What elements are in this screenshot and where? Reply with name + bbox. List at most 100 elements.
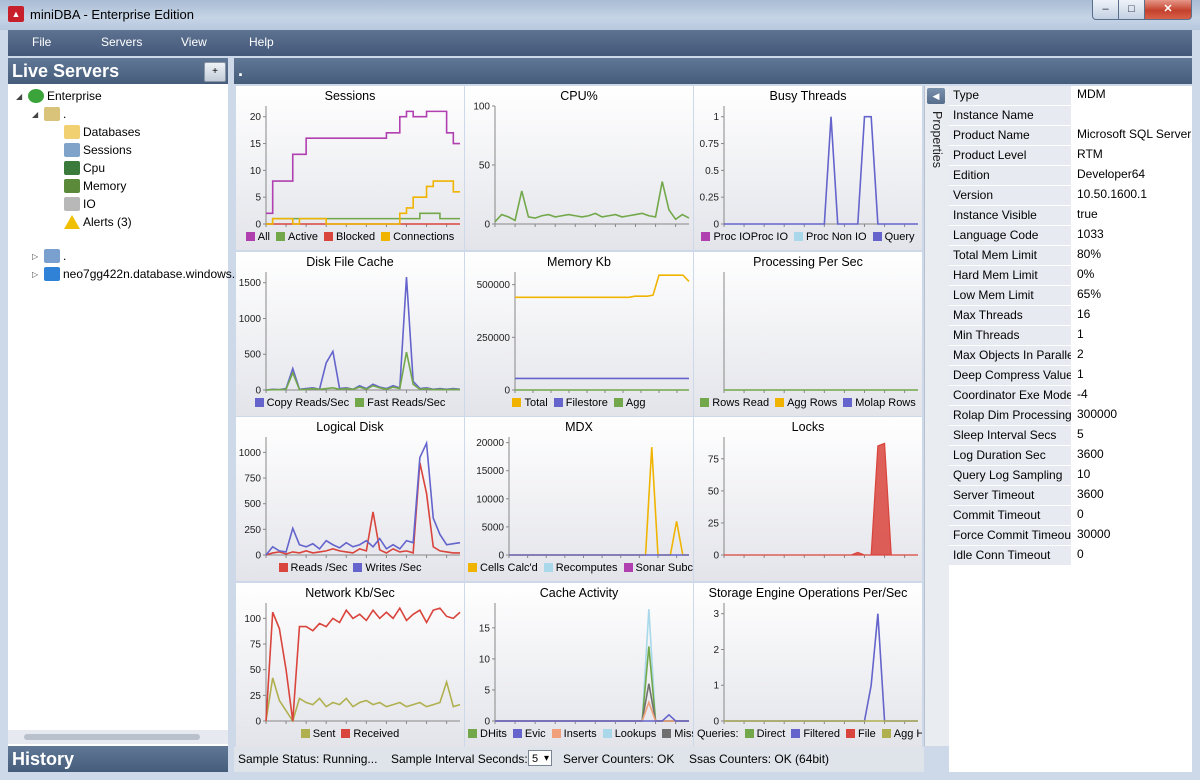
- series-line: [495, 700, 689, 722]
- add-server-button[interactable]: +: [204, 62, 226, 82]
- legend-swatch: [791, 729, 801, 738]
- property-row[interactable]: Instance Visible true: [949, 206, 1192, 226]
- property-row[interactable]: Edition Developer64: [949, 166, 1192, 186]
- legend-swatch: [872, 232, 882, 241]
- property-row[interactable]: Min Threads 1: [949, 326, 1192, 346]
- tree-expander-icon[interactable]: ◢: [32, 110, 44, 119]
- legend-item: Agg Hits: [881, 728, 922, 740]
- legend-label: Connections: [393, 231, 455, 243]
- property-row[interactable]: Coordinator Exe Mode -4: [949, 386, 1192, 406]
- property-row[interactable]: Language Code 1033: [949, 226, 1192, 246]
- menu-servers[interactable]: Servers: [101, 35, 142, 49]
- property-key: Sleep Interval Secs: [949, 426, 1071, 445]
- tree-item[interactable]: IO: [52, 195, 96, 213]
- chart-panel: Busy Threads 0 0.25 0.5 0.75 1 Proc IOProc IO P…: [694, 86, 922, 250]
- property-row[interactable]: Deep Compress Value 1: [949, 366, 1192, 386]
- chart-legend: Copy Reads/Sec Fast Reads/Sec: [236, 397, 464, 409]
- history-header[interactable]: History: [8, 746, 228, 772]
- tree-item[interactable]: Alerts (3): [52, 213, 132, 231]
- legend-swatch: [846, 729, 855, 738]
- property-value: Developer64: [1077, 167, 1146, 181]
- chart-plot: 0 500 1000 1500: [239, 272, 461, 397]
- legend-swatch: [613, 398, 623, 407]
- chart-plot: 0 5 10 15 20: [250, 106, 460, 231]
- menu-file[interactable]: File: [32, 35, 51, 49]
- y-tick-label: 10000: [476, 494, 504, 505]
- title-bar[interactable]: ▲ miniDBA - Enterprise Edition – □ ✕: [0, 0, 1200, 30]
- property-row[interactable]: Type MDM: [949, 86, 1192, 106]
- legend-item: Proc Non IO: [794, 231, 867, 243]
- legend-swatch: [323, 232, 333, 241]
- property-value: 1: [1077, 327, 1084, 341]
- ssas-counters-status: Ssas Counters: OK (64bit): [689, 752, 830, 766]
- chart-legend: All Active Blocked Connections: [236, 231, 464, 243]
- legend-swatch: [275, 232, 285, 241]
- chart-plot: 0 250000 500000: [477, 272, 690, 397]
- property-row[interactable]: Version 10.50.1600.1: [949, 186, 1192, 206]
- property-row[interactable]: Server Timeout 3600: [949, 486, 1192, 506]
- property-row[interactable]: Product Level RTM: [949, 146, 1192, 166]
- y-tick-label: 50: [479, 161, 491, 172]
- property-row[interactable]: Force Commit Timeout 30000: [949, 526, 1192, 546]
- y-tick-label: 5: [255, 193, 261, 204]
- property-row[interactable]: Sleep Interval Secs 5: [949, 426, 1192, 446]
- series-line: [724, 115, 918, 225]
- property-row[interactable]: Instance Name: [949, 106, 1192, 126]
- databases-folder-icon: [64, 125, 80, 139]
- tree-item-label: .: [63, 249, 67, 263]
- property-row[interactable]: Commit Timeout 0: [949, 506, 1192, 526]
- property-value: RTM: [1077, 147, 1103, 161]
- maximize-button[interactable]: □: [1118, 0, 1145, 20]
- tree-item[interactable]: ◢.: [32, 105, 66, 123]
- tree-item[interactable]: Databases: [52, 123, 140, 141]
- property-row[interactable]: Hard Mem Limit 0%: [949, 266, 1192, 286]
- property-row[interactable]: Product Name Microsoft SQL Server Analysi…: [949, 126, 1192, 146]
- legend-swatch: [700, 398, 710, 407]
- tree-expander-icon[interactable]: ◢: [16, 92, 28, 101]
- tree-item[interactable]: ▷.: [32, 247, 66, 265]
- interval-select[interactable]: 5 ▾: [528, 750, 552, 766]
- property-row[interactable]: Max Objects In Parallel 2: [949, 346, 1192, 366]
- properties-tab[interactable]: ◀ Properties: [924, 86, 949, 746]
- minimize-button[interactable]: –: [1092, 0, 1119, 20]
- legend-label: Molap Rows: [855, 397, 916, 409]
- legend-label: Proc Non IO: [806, 231, 867, 243]
- y-tick-label: 0: [484, 220, 490, 231]
- legend-swatch: [744, 729, 754, 738]
- legend-item: Copy Reads/Sec: [254, 397, 349, 409]
- y-tick-label: 5: [484, 685, 490, 696]
- legend-swatch: [468, 563, 477, 572]
- tree-item[interactable]: ▷ neo7gg422n.database.windows.net: [32, 265, 252, 283]
- tree-item[interactable]: ◢ Enterprise: [16, 87, 102, 105]
- legend-item: Sent: [300, 728, 335, 740]
- y-tick-label: 15000: [476, 466, 504, 477]
- tree-expander-icon[interactable]: ▷: [32, 252, 44, 261]
- property-row[interactable]: Low Mem Limit 65%: [949, 286, 1192, 306]
- close-button[interactable]: ✕: [1144, 0, 1192, 20]
- tree-item[interactable]: Memory: [52, 177, 126, 195]
- property-row[interactable]: Rolap Dim Processing Effort 300000: [949, 406, 1192, 426]
- menu-help[interactable]: Help: [249, 35, 274, 49]
- tree-item[interactable]: Cpu: [52, 159, 105, 177]
- collapse-properties-icon[interactable]: ◀: [927, 88, 945, 104]
- menu-view[interactable]: View: [181, 35, 207, 49]
- property-row[interactable]: Total Mem Limit 80%: [949, 246, 1192, 266]
- property-row[interactable]: Query Log Sampling 10: [949, 466, 1192, 486]
- tree-item[interactable]: Sessions: [52, 141, 132, 159]
- memory-icon: [64, 179, 80, 193]
- tree-expander-icon[interactable]: ▷: [32, 270, 44, 279]
- globe-icon: [28, 89, 44, 103]
- tree-item-label: neo7gg422n.database.windows.net: [63, 267, 252, 281]
- tree-item-label: Enterprise: [47, 89, 102, 103]
- legend-item: Direct: [744, 728, 785, 740]
- tree-item-label: IO: [83, 197, 96, 211]
- property-value: -4: [1077, 387, 1088, 401]
- property-key: Low Mem Limit: [949, 286, 1071, 305]
- property-key: Max Threads: [949, 306, 1071, 325]
- scrollbar-thumb[interactable]: [24, 734, 200, 740]
- property-row[interactable]: Max Threads 16: [949, 306, 1192, 326]
- property-row[interactable]: Log Duration Sec 3600: [949, 446, 1192, 466]
- property-row[interactable]: Idle Conn Timeout 0: [949, 546, 1192, 566]
- tree-item-label: Cpu: [83, 161, 106, 175]
- legend-item: Query: [872, 231, 915, 243]
